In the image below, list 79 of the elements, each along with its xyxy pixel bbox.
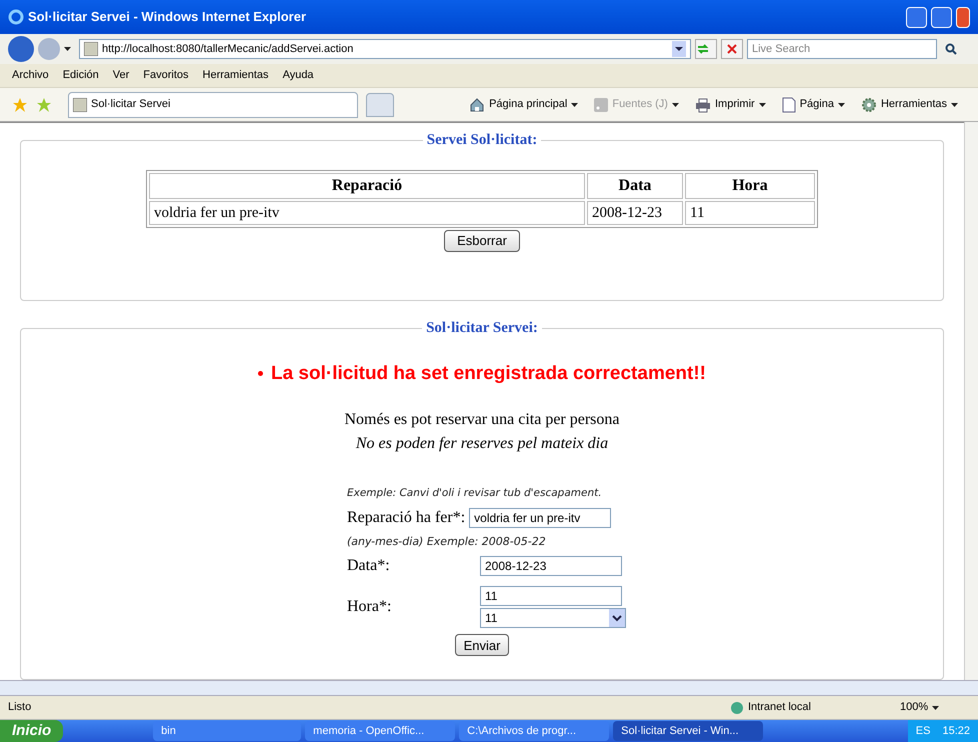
status-text: Listo [8, 700, 32, 716]
taskbar-button[interactable]: C:\Archivos de progr... [459, 721, 610, 741]
close-button[interactable] [956, 6, 970, 28]
field-label: Hora*: [347, 597, 392, 618]
command-button[interactable]: Imprimir [694, 96, 766, 113]
taskbar-button[interactable]: bin [153, 721, 302, 741]
table-cell: 11 [685, 200, 815, 225]
language-text: ES [916, 724, 930, 739]
command-button[interactable]: Página principal [469, 96, 578, 113]
start-button[interactable]: Inicio [0, 720, 64, 742]
menu-item[interactable]: Edición [62, 67, 99, 84]
menu-item[interactable]: Archivo [12, 67, 49, 84]
submit-button[interactable]: Enviar [454, 634, 510, 656]
printer-icon [694, 96, 711, 112]
table-cell: 2008-12-23 [587, 200, 683, 225]
success-message: La sol·licitud ha set enregistrada correctament!! [258, 360, 706, 388]
dropdown-icon[interactable] [672, 41, 686, 57]
address-field[interactable]: http://localhost:8080/tallerMecanic/addServei.action [79, 39, 691, 59]
command-button[interactable]: Página [782, 96, 845, 113]
gear-icon [860, 96, 877, 112]
window-title: Sol·licitar Servei - Windows Internet Explorer [28, 8, 308, 26]
page-icon [84, 42, 98, 56]
menu-item[interactable]: Ayuda [282, 67, 314, 84]
feed-icon [594, 98, 608, 112]
date-field[interactable]: 2008-12-23 [480, 556, 622, 576]
search-icon [945, 43, 957, 55]
browser-tab[interactable]: Sol·licitar Servei [68, 92, 358, 118]
column-header: Reparació [149, 172, 585, 198]
tab-title: Sol·licitar Servei [91, 97, 170, 112]
command-button[interactable]: Herramientas [860, 96, 958, 113]
field-label: Reparació ha fer*: [347, 508, 466, 528]
caret-icon [758, 102, 766, 106]
caret-icon [64, 47, 71, 51]
hour-field[interactable]: 11 [480, 586, 622, 606]
repair-field[interactable]: voldria fer un pre-itv [469, 508, 612, 528]
browser-logo-icon [8, 9, 24, 25]
note-text: Només es pot reservar una cita per persona [344, 410, 620, 430]
dropdown-icon [609, 609, 625, 628]
menu-item[interactable]: Favoritos [143, 67, 189, 84]
field-label: Data*: [347, 556, 391, 576]
hour-select[interactable]: 11 [480, 608, 626, 628]
caret-icon [571, 102, 578, 106]
caret-icon [672, 102, 679, 106]
hint-text: (any-mes-dia) Exemple: 2008-05-22 [347, 534, 547, 550]
column-header: Hora [685, 172, 815, 198]
caret-icon [951, 102, 958, 106]
panel-legend: Sol·licitar Servei: [422, 317, 542, 340]
restore-button[interactable] [931, 6, 952, 28]
vertical-scrollbar[interactable] [964, 122, 978, 680]
house-icon [469, 96, 486, 112]
taskbar-button[interactable]: memoria - OpenOffic... [305, 721, 456, 741]
taskbar-button[interactable]: Sol·licitar Servei - Win... [613, 721, 764, 741]
hint-text: Exemple: Canvi d'oli i revisar tub d'escapament. [347, 486, 603, 501]
search-field[interactable]: Live Search [747, 39, 937, 59]
note-text: No es poden fer reserves pel mateix dia [356, 434, 608, 454]
minimize-button[interactable] [906, 6, 927, 28]
table-cell: voldria fer un pre-itv [149, 200, 585, 225]
delete-button[interactable]: Esborrar [444, 230, 520, 252]
refresh-icon [696, 43, 710, 55]
column-header: Data [587, 172, 683, 198]
zoom-button[interactable]: 100% [900, 699, 970, 716]
page-icon [73, 98, 87, 112]
back-button[interactable] [8, 36, 34, 62]
stop-button[interactable] [721, 39, 743, 59]
zone-text: Intranet local [730, 699, 900, 716]
url-text: http://localhost:8080/tallerMecanic/addServei.action [102, 42, 354, 57]
globe-icon [730, 700, 744, 714]
close-icon [727, 44, 737, 54]
caret-icon [932, 706, 940, 710]
clock-text: 15:22 [942, 724, 970, 739]
menu-item[interactable]: Herramientas [202, 67, 269, 84]
page-icon [782, 96, 796, 112]
star-icon[interactable] [12, 96, 28, 112]
add-star-icon[interactable] [36, 96, 52, 112]
menu-item[interactable]: Ver [112, 67, 130, 84]
refresh-button[interactable] [695, 39, 717, 59]
horizontal-scrollbar[interactable] [0, 680, 978, 696]
caret-icon [838, 102, 845, 106]
panel-legend: Servei Sol·licitat: [422, 129, 542, 152]
